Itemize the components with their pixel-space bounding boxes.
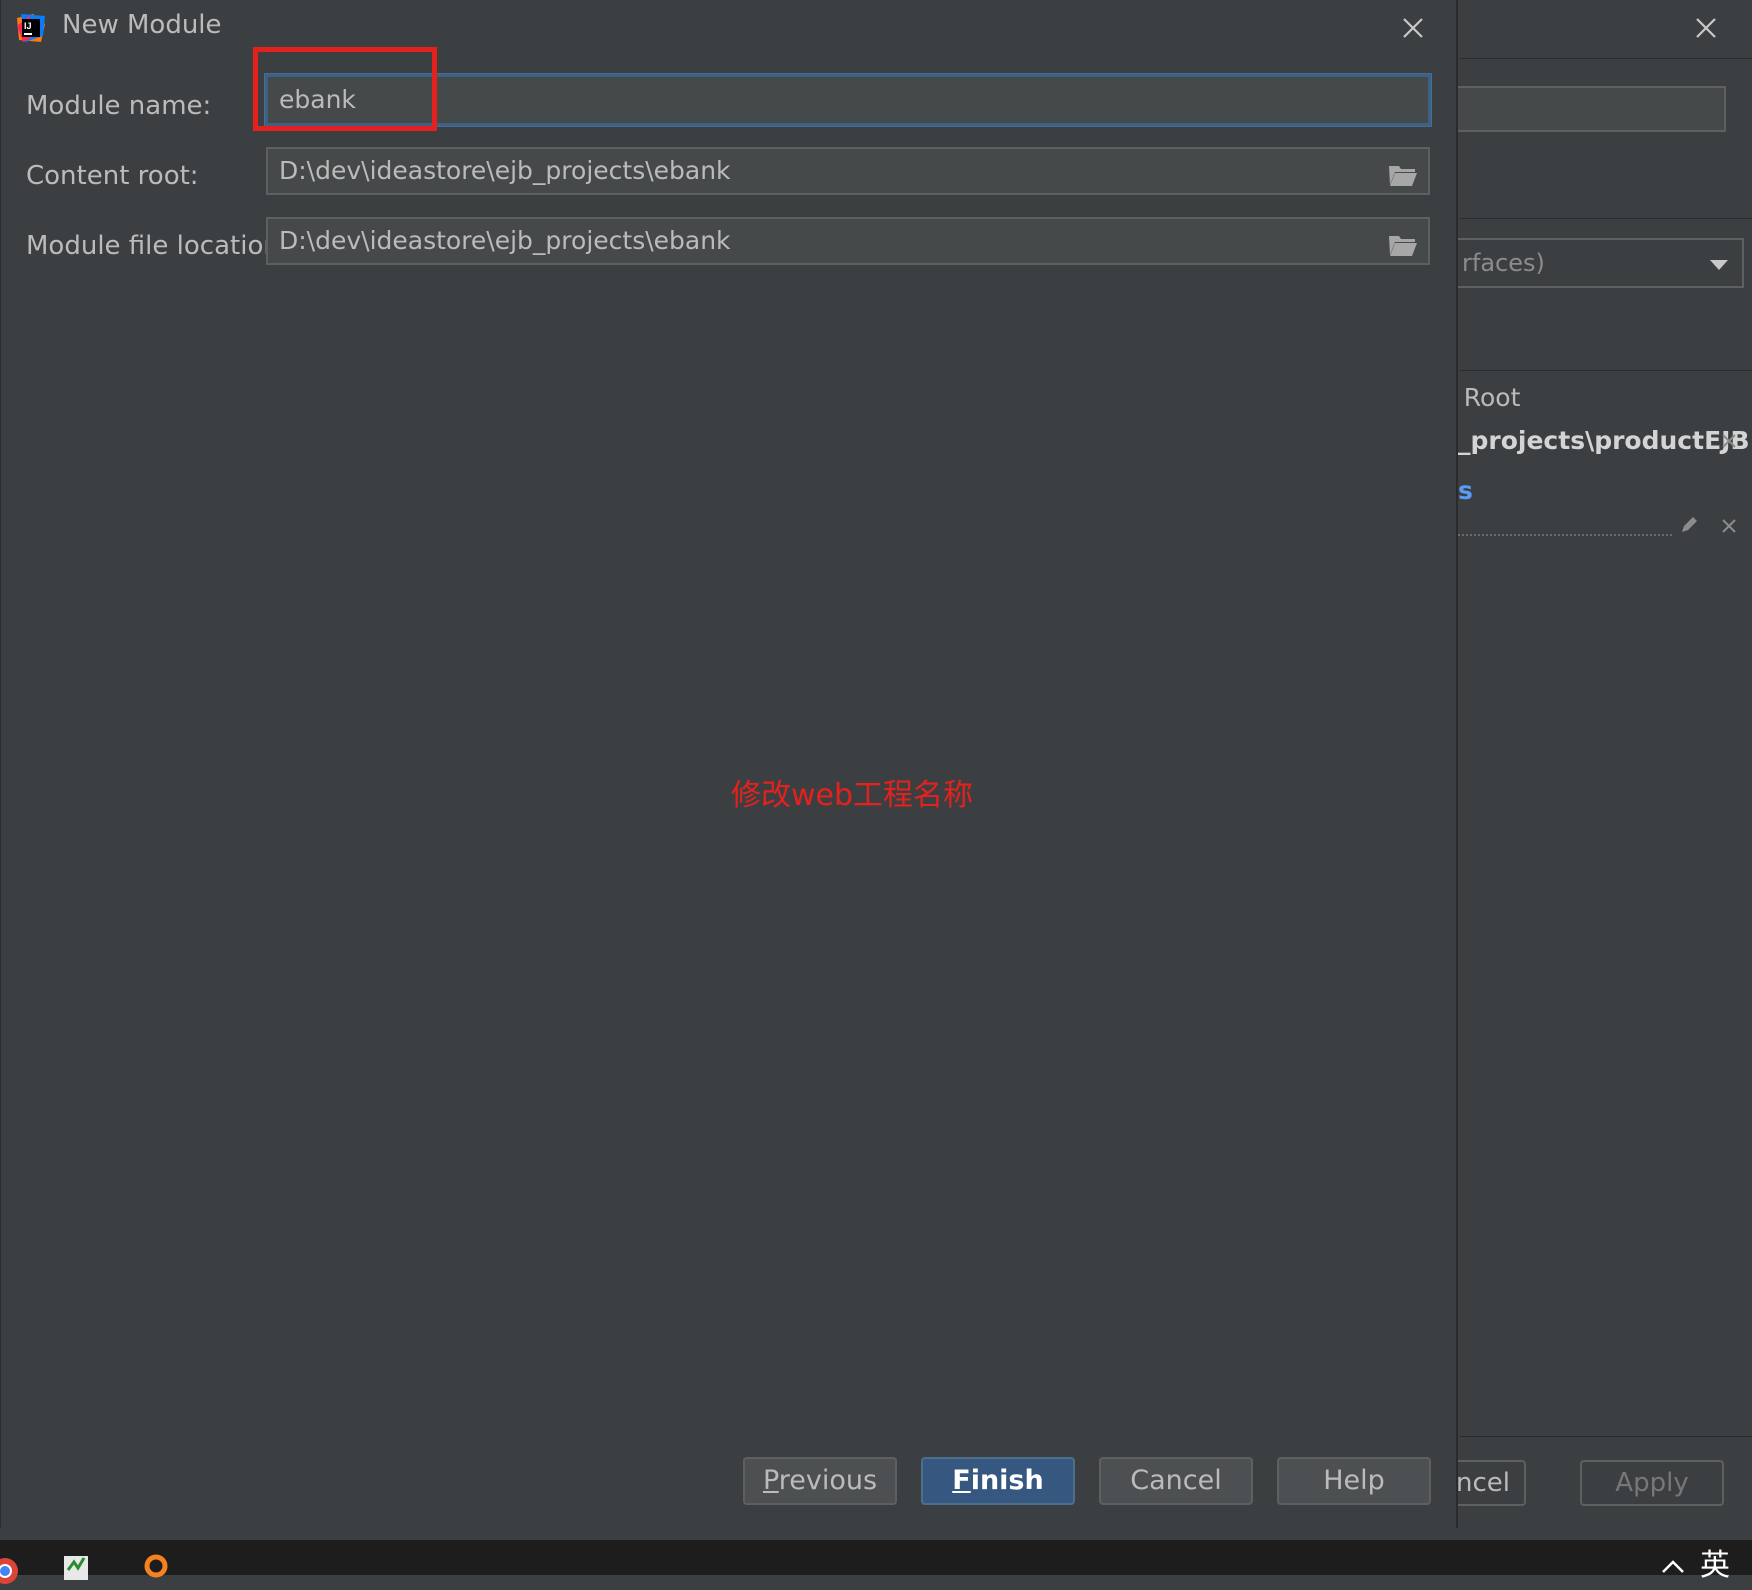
module-file-location-input[interactable]: D:\dev\ideastore\ejb_projects\ebank <box>266 217 1430 265</box>
svg-text:IJ: IJ <box>24 21 32 31</box>
folder-icon[interactable] <box>1388 158 1418 186</box>
background-name-field[interactable] <box>1440 86 1726 132</box>
module-name-label: Module name: <box>26 91 212 121</box>
ime-indicator[interactable]: 英 <box>1700 1540 1730 1584</box>
remove-icon[interactable] <box>1720 432 1738 450</box>
background-combo-box[interactable]: rfaces) <box>1440 238 1744 288</box>
cancel-button[interactable]: Cancel <box>1099 1457 1253 1505</box>
divider <box>1460 218 1752 219</box>
notepad-icon[interactable] <box>62 1552 92 1580</box>
previous-button[interactable]: Previous <box>743 1457 897 1505</box>
chevron-up-icon[interactable] <box>1660 1554 1686 1574</box>
finish-button-label: inish <box>970 1465 1044 1496</box>
content-root-label: Content root: <box>26 161 199 191</box>
previous-mnemonic: P <box>762 1465 779 1496</box>
divider <box>1460 1436 1752 1437</box>
content-root-value: D:\dev\ideastore\ejb_projects\ebank <box>279 156 731 185</box>
background-link-text[interactable]: s <box>1458 476 1473 505</box>
intellij-logo-icon: IJ <box>15 12 47 44</box>
edit-pencil-icon[interactable] <box>1680 516 1698 534</box>
finish-mnemonic: F <box>952 1465 971 1496</box>
finish-button[interactable]: Finish <box>921 1457 1075 1505</box>
chrome-icon[interactable] <box>0 1556 20 1586</box>
module-name-input[interactable]: ebank <box>264 73 1432 127</box>
close-icon[interactable] <box>1399 14 1427 42</box>
divider <box>1460 370 1752 371</box>
content-root-input[interactable]: D:\dev\ideastore\ejb_projects\ebank <box>266 147 1430 195</box>
module-file-location-value: D:\dev\ideastore\ejb_projects\ebank <box>279 226 731 255</box>
divider <box>1460 58 1752 59</box>
dialog-title: New Module <box>62 10 222 40</box>
background-combo-text: rfaces) <box>1462 249 1545 277</box>
chevron-down-icon <box>1710 260 1728 270</box>
previous-button-label: revious <box>778 1465 878 1496</box>
module-file-location-label: Module file location: <box>26 231 289 261</box>
annotation-highlight-box <box>253 47 437 131</box>
dotted-separator <box>1458 534 1672 536</box>
annotation-text: 修改web工程名称 <box>731 778 974 813</box>
new-module-dialog: IJ New Module Module name: ebank Content… <box>0 0 1458 1528</box>
background-close-icon[interactable] <box>1692 14 1720 42</box>
background-apply-button[interactable]: Apply <box>1580 1460 1724 1506</box>
folder-icon[interactable] <box>1388 228 1418 256</box>
app-ring-icon[interactable] <box>142 1552 170 1580</box>
help-button[interactable]: Help <box>1277 1457 1431 1505</box>
remove-icon[interactable] <box>1720 517 1738 535</box>
background-path-text: _projects\productEJB <box>1458 426 1750 455</box>
windows-taskbar: 英 <box>0 1540 1752 1584</box>
